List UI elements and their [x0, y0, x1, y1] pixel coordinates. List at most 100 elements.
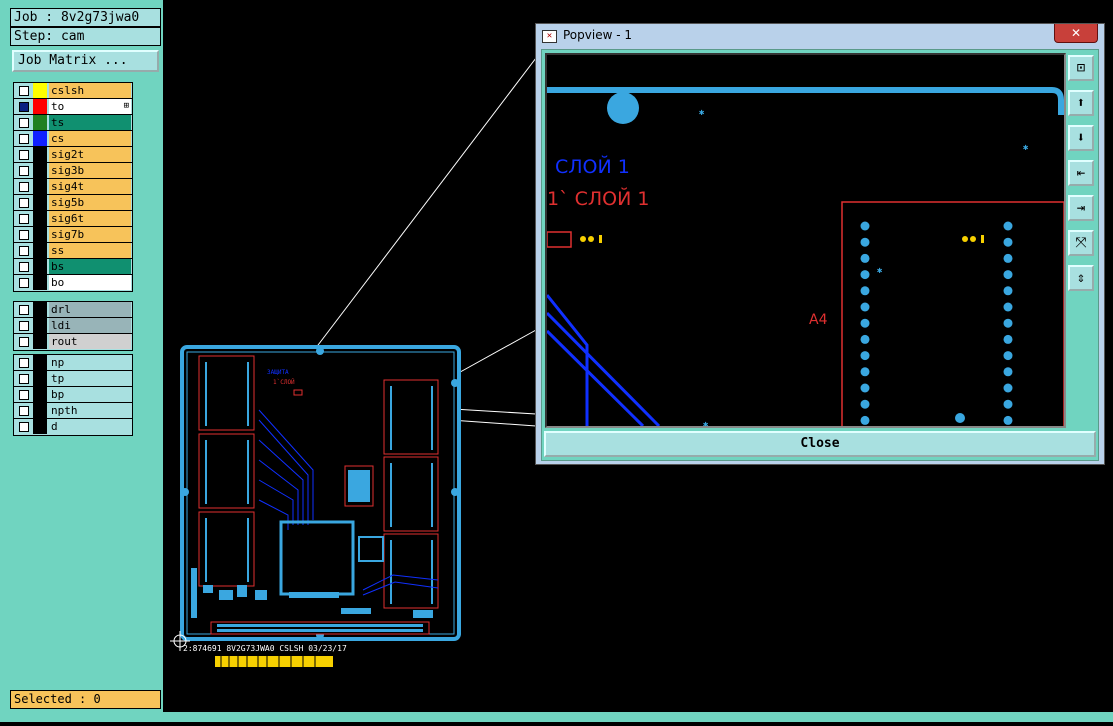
layer-checkbox[interactable] [19, 198, 29, 208]
layer-row-cslsh[interactable]: cslsh [14, 83, 132, 99]
layer-color-swatch[interactable] [33, 83, 47, 98]
pan-right-icon[interactable]: ⇥ [1068, 195, 1094, 221]
layer-row-bo[interactable]: bo [14, 275, 132, 291]
pan-left-icon[interactable]: ⇤ [1068, 160, 1094, 186]
layer-name[interactable]: tp [49, 371, 131, 386]
layer-color-swatch[interactable] [33, 131, 47, 146]
layer-color-swatch[interactable] [33, 318, 47, 333]
layer-row-tp[interactable]: tp [14, 371, 132, 387]
window-close-button[interactable]: ✕ [1054, 24, 1098, 43]
board-caption: 2:874691 8V2G73JWA0 CSLSH 03/23/17 [183, 644, 347, 653]
layer-row-npth[interactable]: npth [14, 403, 132, 419]
layer-color-swatch[interactable] [33, 243, 47, 258]
layer-checkbox[interactable] [19, 337, 29, 347]
layer-row-ss[interactable]: ss [14, 243, 132, 259]
layer-name[interactable]: sig5b [49, 195, 131, 210]
layer-name[interactable]: sig6t [49, 211, 131, 226]
layer-name[interactable]: np [49, 355, 131, 370]
layer-checkbox[interactable] [19, 134, 29, 144]
layer-name[interactable]: ss [49, 243, 131, 258]
layer-name[interactable]: sig2t [49, 147, 131, 162]
layer-name[interactable]: bp [49, 387, 131, 402]
layer-name[interactable]: sig7b [49, 227, 131, 242]
layer-name[interactable]: npth [49, 403, 131, 418]
layer-color-swatch[interactable] [33, 115, 47, 130]
layer-checkbox[interactable] [19, 150, 29, 160]
layer-checkbox[interactable] [19, 262, 29, 272]
layer-color-swatch[interactable] [33, 275, 47, 290]
expand-icon[interactable]: ⇕ [1068, 265, 1094, 291]
layer-name[interactable]: bo [49, 275, 131, 290]
layer-color-swatch[interactable] [33, 302, 47, 317]
layer-name[interactable]: sig4t [49, 179, 131, 194]
layer-name[interactable]: bs [49, 259, 131, 274]
layer-color-swatch[interactable] [33, 179, 47, 194]
layer-checkbox[interactable] [19, 86, 29, 96]
layer-color-swatch[interactable] [33, 355, 47, 370]
popview-viewport[interactable]: ✱ ✱ ✱ ✱ СЛОЙ 1 1` СЛОЙ 1 A4 [545, 53, 1066, 428]
pad [860, 302, 870, 312]
layer-checkbox[interactable] [19, 278, 29, 288]
layer-row-sig7b[interactable]: sig7b [14, 227, 132, 243]
layer-checkbox[interactable] [19, 374, 29, 384]
layer-row-cs[interactable]: cs [14, 131, 132, 147]
layer-color-swatch[interactable] [33, 195, 47, 210]
layer-row-np[interactable]: np [14, 355, 132, 371]
popview-titlebar[interactable]: ✕ Popview - 1 ✕ [536, 24, 1104, 48]
popview-window: ✕ Popview - 1 ✕ ✱ ✱ ✱ ✱ СЛОЙ 1 1` СЛОЙ 1 [535, 23, 1105, 465]
layer-row-rout[interactable]: rout [14, 334, 132, 350]
layer-checkbox[interactable] [19, 166, 29, 176]
layer-name[interactable]: d [49, 419, 131, 434]
layer-name[interactable]: ldi [49, 318, 131, 333]
layer-checkbox[interactable] [19, 118, 29, 128]
layer-color-swatch[interactable] [33, 227, 47, 242]
layer-checkbox[interactable] [19, 246, 29, 256]
layer-color-swatch[interactable] [33, 211, 47, 226]
layer-name[interactable]: to ⊞ [49, 99, 131, 114]
layer-color-swatch[interactable] [33, 334, 47, 349]
layer-color-swatch[interactable] [33, 403, 47, 418]
layer-name[interactable]: ts [49, 115, 131, 130]
layer-row-to[interactable]: to ⊞ [14, 99, 132, 115]
layer-color-swatch[interactable] [33, 259, 47, 274]
layer-color-swatch[interactable] [33, 419, 47, 434]
layer-row-sig6t[interactable]: sig6t [14, 211, 132, 227]
layer-name[interactable]: rout [49, 334, 131, 349]
layer-color-swatch[interactable] [33, 387, 47, 402]
fit-all-icon[interactable]: ⤧ [1068, 230, 1094, 256]
layer-color-swatch[interactable] [33, 99, 47, 114]
layer-color-swatch[interactable] [33, 371, 47, 386]
popview-drawing: ✱ ✱ ✱ ✱ СЛОЙ 1 1` СЛОЙ 1 A4 [547, 87, 1064, 426]
layer-row-bp[interactable]: bp [14, 387, 132, 403]
layer-row-drl[interactable]: drl [14, 302, 132, 318]
layer-checkbox[interactable] [19, 422, 29, 432]
zoom-fit-icon[interactable]: ⊡ [1068, 55, 1094, 81]
layer-checkbox[interactable] [19, 230, 29, 240]
layer-row-d[interactable]: d [14, 419, 132, 435]
layer-row-ldi[interactable]: ldi [14, 318, 132, 334]
layer-checkbox[interactable] [19, 214, 29, 224]
layer-name[interactable]: cslsh [49, 83, 131, 98]
close-button[interactable]: Close [544, 431, 1096, 457]
layer-checkbox[interactable] [19, 390, 29, 400]
layer-row-bs[interactable]: bs [14, 259, 132, 275]
layer-checkbox[interactable] [19, 406, 29, 416]
layer-row-sig4t[interactable]: sig4t [14, 179, 132, 195]
layer-name[interactable]: drl [49, 302, 131, 317]
job-matrix-button[interactable]: Job Matrix ... [12, 50, 159, 72]
layer-name[interactable]: cs [49, 131, 131, 146]
layer-checkbox[interactable] [19, 305, 29, 315]
zoom-in-icon[interactable]: ⬆ [1068, 90, 1094, 116]
layer-row-ts[interactable]: ts [14, 115, 132, 131]
layer-color-swatch[interactable] [33, 147, 47, 162]
layer-checkbox[interactable] [19, 321, 29, 331]
layer-row-sig3b[interactable]: sig3b [14, 163, 132, 179]
layer-row-sig5b[interactable]: sig5b [14, 195, 132, 211]
layer-checkbox[interactable] [19, 182, 29, 192]
layer-color-swatch[interactable] [33, 163, 47, 178]
zoom-out-icon[interactable]: ⬇ [1068, 125, 1094, 151]
layer-checkbox[interactable] [19, 102, 29, 112]
layer-name[interactable]: sig3b [49, 163, 131, 178]
layer-row-sig2t[interactable]: sig2t [14, 147, 132, 163]
layer-checkbox[interactable] [19, 358, 29, 368]
